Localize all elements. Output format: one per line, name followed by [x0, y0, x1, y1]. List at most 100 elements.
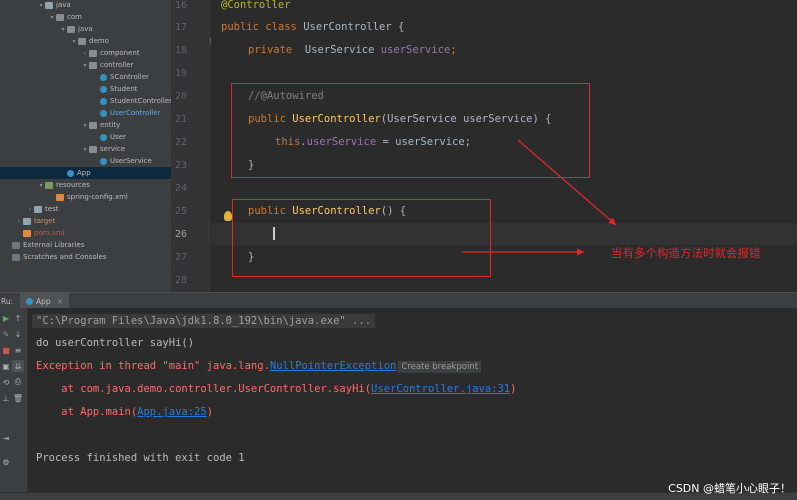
tree-item-label: StudentController — [110, 97, 172, 105]
print-icon[interactable]: ⎙ — [12, 376, 24, 388]
code-line-17: public class UserController { — [221, 21, 404, 33]
stacktrace-text: at com.java.demo.controller.UserControll… — [36, 383, 372, 395]
tree-item-label: target — [34, 217, 56, 225]
expand-arrow-icon[interactable]: ▾ — [70, 38, 78, 45]
tree-item[interactable]: spring-config.xml — [0, 191, 171, 203]
scroll-up-icon[interactable]: ↑ — [12, 312, 24, 324]
code-field: userService — [380, 44, 451, 56]
close-icon[interactable]: × — [57, 297, 64, 306]
expand-arrow-icon[interactable]: ▾ — [48, 14, 56, 21]
line-number: 24 — [174, 183, 187, 194]
xml-file-icon — [56, 193, 64, 201]
expand-arrow-icon[interactable]: › — [81, 50, 89, 57]
settings-icon[interactable]: ⚙ — [0, 456, 12, 468]
tree-item[interactable]: › target — [0, 215, 171, 227]
tree-item-label: External Libraries — [23, 241, 85, 249]
tree-item[interactable]: UserController — [0, 107, 171, 119]
code-text: { — [391, 21, 405, 33]
package-icon — [89, 121, 97, 129]
exception-class-link[interactable]: NullPointerException — [270, 360, 396, 372]
pin-icon[interactable]: ⊥ — [0, 392, 12, 404]
restore-layout-icon[interactable]: ⟲ — [0, 376, 12, 388]
wrench-icon[interactable]: ✎ — [0, 328, 12, 340]
tree-item-label: entity — [100, 121, 121, 129]
tree-item[interactable]: User — [0, 131, 171, 143]
tree-item-label: test — [45, 205, 59, 213]
tree-item[interactable]: ▾ entity — [0, 119, 171, 131]
project-tree[interactable]: ▾ java ▾ com ▾ java ▾ demo › component ▾ controller… — [0, 0, 172, 292]
source-link[interactable]: App.java:25 — [137, 406, 207, 418]
line-number: 20 — [174, 91, 187, 102]
folder-icon — [34, 205, 42, 213]
tab-label: App — [36, 296, 51, 306]
tree-item[interactable]: Student — [0, 83, 171, 95]
class-icon — [100, 157, 107, 165]
stop-icon[interactable]: ■ — [0, 344, 12, 356]
tree-item[interactable]: ▾ demo — [0, 35, 171, 47]
tree-item[interactable]: StudentController — [0, 95, 172, 107]
tree-item[interactable]: ▾ controller — [0, 59, 171, 71]
tree-item[interactable]: ▾ java — [0, 23, 171, 35]
lightbulb-icon[interactable] — [224, 211, 232, 221]
expand-arrow-icon[interactable]: ▾ — [81, 122, 89, 129]
line-number-current: 26 — [174, 229, 187, 240]
tree-item-label: component — [100, 49, 140, 57]
tree-item-label: Scratches and Consoles — [23, 253, 107, 261]
expand-arrow-icon[interactable]: ▾ — [59, 26, 67, 33]
folder-icon — [45, 1, 53, 9]
expand-arrow-icon[interactable]: ▾ — [37, 182, 45, 189]
run-tool-label[interactable]: Ru: — [0, 293, 16, 309]
tree-item[interactable]: Scratches and Consoles — [0, 251, 171, 263]
tree-item[interactable]: ▾ service — [0, 143, 171, 155]
tree-item[interactable]: App — [0, 167, 171, 179]
tree-item[interactable]: UserService — [0, 155, 171, 167]
console-exception-line: Exception in thread "main" java.lang.Nul… — [36, 360, 482, 373]
code-text: ; — [450, 44, 457, 56]
scroll-to-end-icon[interactable]: ⇊ — [12, 360, 24, 372]
camera-icon[interactable]: ▣ — [0, 360, 12, 372]
rerun-icon[interactable]: ▶ — [0, 312, 12, 324]
expand-arrow-icon[interactable]: › — [26, 206, 34, 213]
expand-arrow-icon[interactable]: › — [15, 218, 23, 225]
tab-app[interactable]: App × — [20, 293, 70, 309]
tree-item-label: Student — [110, 85, 138, 93]
package-icon — [89, 61, 97, 69]
create-breakpoint-hint[interactable]: Create breakpoint — [398, 361, 482, 373]
console-command-line[interactable]: "C:\Program Files\Java\jdk1.8.0_192\bin\… — [32, 314, 376, 328]
tree-item[interactable]: ▾ resources — [0, 179, 171, 191]
class-icon — [67, 169, 74, 177]
package-icon — [78, 37, 86, 45]
class-icon — [100, 85, 107, 93]
line-number: 27 — [174, 252, 187, 263]
expand-arrow-icon[interactable]: ▾ — [37, 2, 45, 9]
trash-icon[interactable]: 🗑 — [12, 392, 24, 404]
tree-item[interactable]: ▾ java — [0, 0, 171, 11]
scroll-down-icon[interactable]: ↓ — [12, 328, 24, 340]
folder-icon — [23, 217, 31, 225]
tree-item-label: User — [110, 133, 126, 141]
ide-window: ▾ java ▾ com ▾ java ▾ demo › component ▾ controller… — [0, 0, 797, 500]
run-console[interactable]: "C:\Program Files\Java\jdk1.8.0_192\bin\… — [28, 308, 797, 492]
tree-item[interactable]: ▾ com — [0, 11, 171, 23]
code-line-16: @Controller — [221, 0, 291, 11]
console-stacktrace-line: at App.main(App.java:25) — [36, 406, 213, 418]
expand-arrow-icon[interactable]: ▾ — [81, 146, 89, 153]
expand-arrow-icon[interactable]: ▾ — [81, 62, 89, 69]
package-icon — [89, 49, 97, 57]
login-icon[interactable]: ⇥ — [0, 432, 12, 444]
tree-item[interactable]: External Libraries — [0, 239, 171, 251]
code-keyword: private — [248, 44, 305, 56]
source-link[interactable]: UserController.java:31 — [371, 383, 510, 395]
package-icon — [56, 13, 64, 21]
tree-item[interactable]: SController — [0, 71, 171, 83]
line-number: 17 — [174, 22, 187, 33]
line-number: 25 — [174, 206, 187, 217]
soft-wrap-icon[interactable]: ≡ — [12, 344, 24, 356]
tree-item[interactable]: › component — [0, 47, 171, 59]
highlight-box-default-constructor — [232, 199, 491, 277]
tree-item-label: UserService — [110, 157, 152, 165]
tree-item[interactable]: pom.xml — [0, 227, 171, 239]
tree-item[interactable]: › test — [0, 203, 171, 215]
stacktrace-text: ) — [510, 383, 517, 395]
library-icon — [12, 241, 20, 249]
